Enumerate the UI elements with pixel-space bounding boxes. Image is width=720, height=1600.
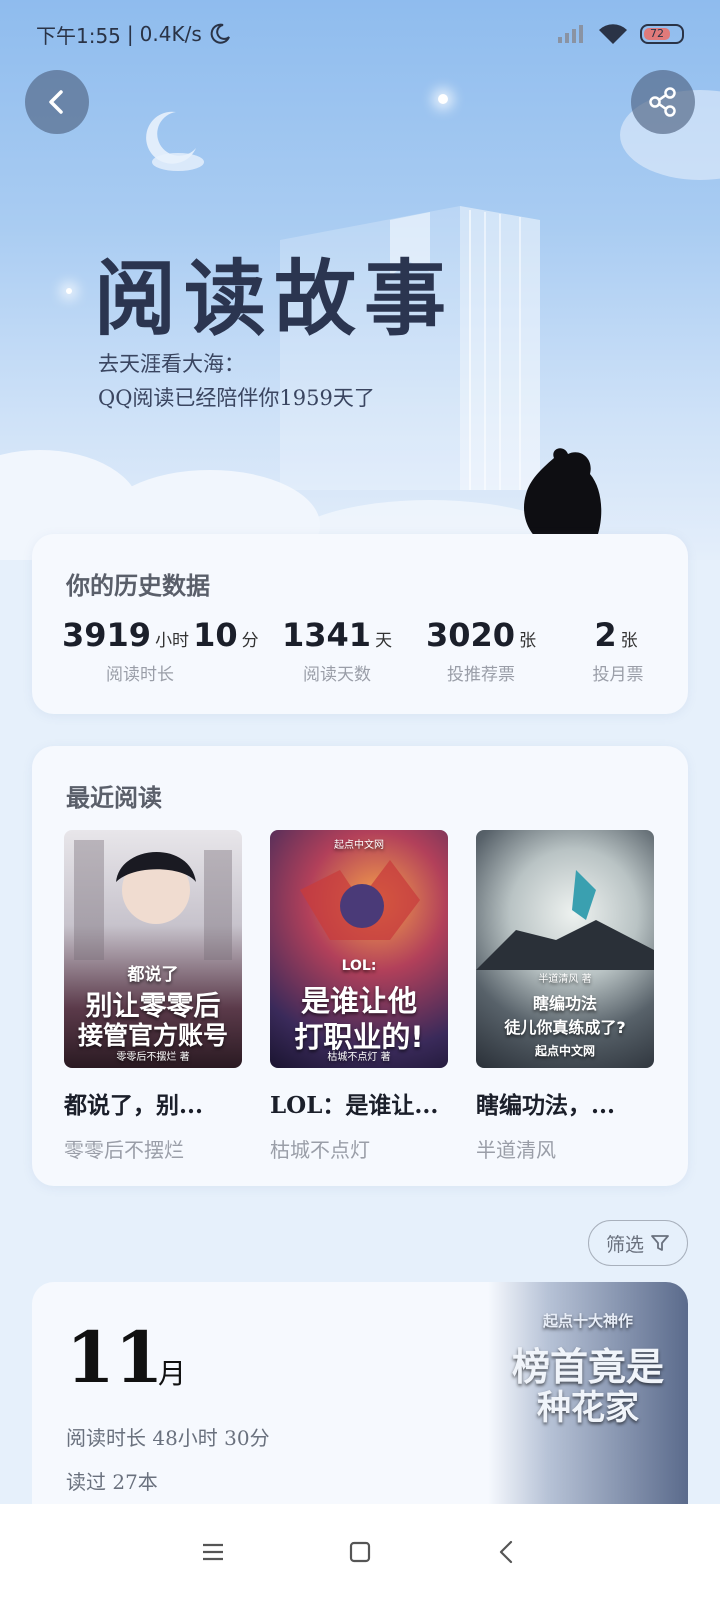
stat-hours: 3919 bbox=[62, 616, 152, 654]
book-title[interactable]: 都说了，别... bbox=[64, 1086, 242, 1120]
star-decoration bbox=[66, 288, 72, 294]
book-author: 枯城不点灯 bbox=[270, 1138, 370, 1162]
recent-title: 最近阅读 bbox=[66, 783, 162, 812]
month-summary-card[interactable]: 起点十大神作 榜首竟是 种花家 11 月 阅读时长 48小时 30分 读过 27… bbox=[32, 1282, 688, 1512]
book-cover[interactable]: 都说了 别让零零后 接管官方账号 零零后不摆烂 著 bbox=[64, 830, 242, 1068]
month-duration: 阅读时长 48小时 30分 bbox=[66, 1426, 270, 1450]
stat-label: 阅读时长 bbox=[106, 665, 174, 685]
moon-icon bbox=[146, 111, 204, 171]
stat-unit: 张 bbox=[519, 631, 537, 651]
month-unit: 月 bbox=[158, 1357, 187, 1390]
stat-value: 3919 小时 10 分 bbox=[62, 616, 259, 654]
share-button[interactable] bbox=[631, 70, 695, 134]
month-number: 11 bbox=[66, 1316, 164, 1399]
book-item[interactable]: 半道清风 著 瞎编功法 徒儿你真练成了? 起点中文网 瞎编功法，... 半道清风 bbox=[476, 830, 654, 1163]
history-card: 你的历史数据 3919 小时 10 分 阅读时长 1341 天 阅读天数 3020 张 投… bbox=[32, 534, 688, 714]
book-cover[interactable]: 半道清风 著 瞎编功法 徒儿你真练成了? 起点中文网 bbox=[476, 830, 654, 1068]
month-book-cover: 起点十大神作 榜首竟是 种花家 bbox=[488, 1282, 688, 1512]
stat-recommend-votes: 3020 张 投推荐票 bbox=[426, 616, 536, 685]
signal-icon bbox=[558, 25, 583, 43]
cover-text: 瞎编功法 bbox=[532, 994, 597, 1013]
stat-label: 投月票 bbox=[592, 665, 644, 685]
stat-unit: 天 bbox=[375, 631, 393, 651]
stat-minutes: 10 bbox=[193, 616, 238, 654]
stat-reading-time: 3919 小时 10 分 阅读时长 bbox=[62, 616, 259, 685]
cover-text: 都说了 bbox=[127, 965, 179, 985]
status-left: 下午1:55 | 0.4K/s bbox=[36, 20, 232, 49]
cover-text: 徒儿你真练成了? bbox=[504, 1018, 626, 1037]
history-title: 你的历史数据 bbox=[66, 571, 210, 600]
cover-text: 接管官方账号 bbox=[77, 1021, 228, 1050]
recent-reading-card: 最近阅读 都说了 别让零零后 接管官方账号 零零后不摆烂 著 都说了，别... … bbox=[32, 746, 688, 1186]
status-bar: 下午1:55 | 0.4K/s 72 bbox=[0, 0, 720, 68]
cover-art bbox=[476, 870, 654, 970]
book-cover[interactable]: 起点中文网 LOL: 是谁让他 打职业的! 枯城不点灯 著 bbox=[270, 830, 448, 1068]
battery-level: 72 bbox=[644, 28, 670, 40]
cover-text: 种花家 bbox=[537, 1388, 639, 1428]
cover-text: 枯城不点灯 著 bbox=[327, 1052, 391, 1063]
stat-value: 1341 天 bbox=[282, 616, 392, 654]
hero-subtitle-line1: 去天涯看大海： bbox=[98, 352, 245, 376]
back-button[interactable] bbox=[25, 70, 89, 134]
page-title: 阅读故事 bbox=[94, 251, 455, 347]
stat-reading-days: 1341 天 阅读天数 bbox=[282, 616, 392, 685]
back-icon bbox=[49, 90, 63, 114]
cover-art bbox=[300, 860, 420, 940]
cover-text: LOL: bbox=[341, 958, 377, 974]
menu-icon[interactable] bbox=[200, 1541, 226, 1563]
star-decoration bbox=[438, 94, 448, 104]
battery-icon: 72 bbox=[640, 24, 684, 44]
filter-label: 筛选 bbox=[605, 1233, 644, 1256]
wifi-icon bbox=[599, 24, 627, 44]
moon-mode-icon bbox=[210, 23, 230, 44]
network-speed: 0.4K/s bbox=[139, 22, 202, 46]
cover-text: 半道清风 著 bbox=[538, 974, 592, 985]
divider: | bbox=[126, 22, 134, 46]
cover-art bbox=[74, 840, 232, 960]
book-item[interactable]: 都说了 别让零零后 接管官方账号 零零后不摆烂 著 都说了，别... 零零后不摆… bbox=[64, 830, 242, 1163]
book-author: 零零后不摆烂 bbox=[64, 1138, 184, 1162]
system-nav-bar bbox=[0, 1504, 720, 1600]
filter-icon bbox=[651, 1235, 669, 1251]
filter-button[interactable]: 筛选 bbox=[588, 1220, 688, 1266]
book-title[interactable]: LOL：是谁让... bbox=[270, 1086, 448, 1120]
home-icon[interactable] bbox=[347, 1539, 373, 1565]
stat-monthly-votes: 2张 投月票 bbox=[578, 616, 658, 685]
stat-unit: 分 bbox=[241, 631, 259, 651]
stat-number: 1341 bbox=[282, 616, 372, 654]
stat-value: 2张 bbox=[578, 616, 658, 654]
stat-value: 3020 张 bbox=[426, 616, 536, 654]
cover-text: 起点十大神作 bbox=[542, 1312, 633, 1330]
stat-unit: 张 bbox=[620, 631, 638, 651]
cover-text: 零零后不摆烂 著 bbox=[116, 1052, 190, 1063]
share-icon bbox=[649, 87, 676, 117]
status-right: 72 bbox=[556, 22, 684, 46]
hero-subtitle-line2: QQ阅读已经陪伴你1959天了 bbox=[98, 386, 375, 410]
cover-text: 起点中文网 bbox=[534, 1044, 595, 1058]
stat-label: 阅读天数 bbox=[303, 665, 371, 685]
book-title[interactable]: 瞎编功法，... bbox=[476, 1086, 654, 1120]
nav-back-icon[interactable] bbox=[494, 1539, 520, 1565]
stat-label: 投推荐票 bbox=[447, 665, 515, 685]
book-item[interactable]: 起点中文网 LOL: 是谁让他 打职业的! 枯城不点灯 著 LOL：是谁让...… bbox=[270, 830, 448, 1163]
stat-unit: 小时 bbox=[155, 631, 190, 651]
status-time: 下午1:55 bbox=[36, 23, 121, 48]
stat-number: 2 bbox=[594, 616, 617, 654]
month-books-read: 读过 27本 bbox=[66, 1470, 158, 1494]
book-author: 半道清风 bbox=[476, 1138, 556, 1162]
stat-number: 3020 bbox=[426, 616, 516, 654]
